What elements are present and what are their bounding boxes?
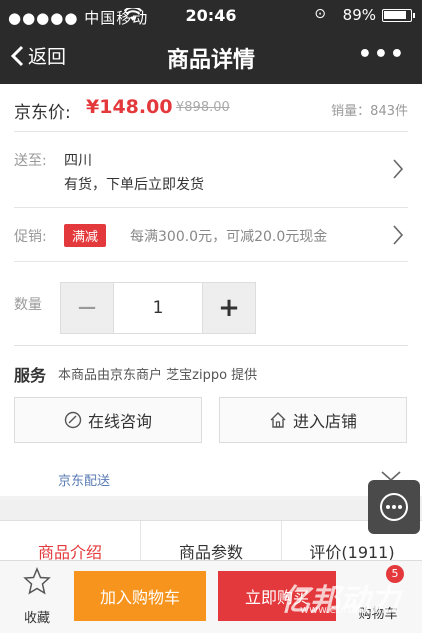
quantity-label: 数量 [14,297,42,313]
chevron-right-icon [393,159,404,179]
increase-button[interactable]: + [203,283,255,333]
quantity-stepper: − 1 + [60,282,256,334]
tab-product-params[interactable]: 商品参数 [141,521,282,562]
product-detail: 京东价: ¥148.00 ¥898.00 销量：843件 送至: 四川 有货，下… [0,84,422,496]
battery-icon [382,9,415,22]
sales-count: 销量：843件 [331,104,408,119]
current-price: ¥148.00 [86,96,173,118]
rotation-lock-icon: ⊙ [314,6,326,22]
consult-label: 在线咨询 [87,412,152,431]
detail-tabs: 商品介绍 商品参数 评价(1911) [0,520,422,562]
delivery-label: 京东配送 [58,474,111,489]
delivery-row[interactable]: 京东配送 [14,456,408,496]
nav-bar: 返回 商品详情 ••• [0,30,422,84]
add-to-cart-button[interactable]: 加入购物车 [74,571,206,621]
chevron-right-icon [393,225,404,245]
quantity-input[interactable]: 1 [113,283,203,333]
home-icon [270,412,286,428]
tab-product-intro[interactable]: 商品介绍 [0,521,141,562]
battery-percent: 89% [342,6,376,24]
promotion-desc: 每满300.0元，可减20.0元现金 [130,229,328,245]
decrease-button[interactable]: − [61,283,113,333]
promotion-row[interactable]: 促销: 满减 每满300.0元，可减20.0元现金 [14,208,408,262]
promotion-tag: 满减 [64,224,107,247]
more-circle-icon [380,493,408,521]
service-title: 服务 [14,366,47,385]
price-row: 京东价: ¥148.00 ¥898.00 销量：843件 [14,84,408,132]
service-section: 服务 本商品由京东商户 芝宝zippo 提供 在线咨询 进入店铺 [14,346,408,456]
favorite-label: 收藏 [23,611,50,626]
watermark-url: www.ebrun.com [300,603,389,616]
more-menu-button[interactable]: ••• [358,42,406,67]
star-icon [23,567,51,595]
chat-icon [64,411,82,429]
shipping-region: 四川 [64,153,92,169]
shipping-row[interactable]: 送至: 四川 有货，下单后立即发货 [14,132,408,208]
floating-menu-button[interactable] [368,480,420,534]
promotion-label: 促销: [14,229,47,245]
section-divider [0,500,422,520]
stock-status: 有货，下单后立即发货 [64,177,204,193]
shipping-label: 送至: [14,153,47,169]
service-desc: 本商品由京东商户 芝宝zippo 提供 [58,368,258,383]
price-label: 京东价: [14,103,71,123]
shop-label: 进入店铺 [292,412,357,431]
original-price: ¥898.00 [176,100,230,115]
status-bar: ●●●●● 中国移动 20:46 ⊙ 89% [0,0,422,30]
online-consult-button[interactable]: 在线咨询 [14,397,202,443]
favorite-button[interactable]: 收藏 [12,567,62,626]
quantity-row: 数量 − 1 + [14,262,408,346]
enter-shop-button[interactable]: 进入店铺 [219,397,407,443]
